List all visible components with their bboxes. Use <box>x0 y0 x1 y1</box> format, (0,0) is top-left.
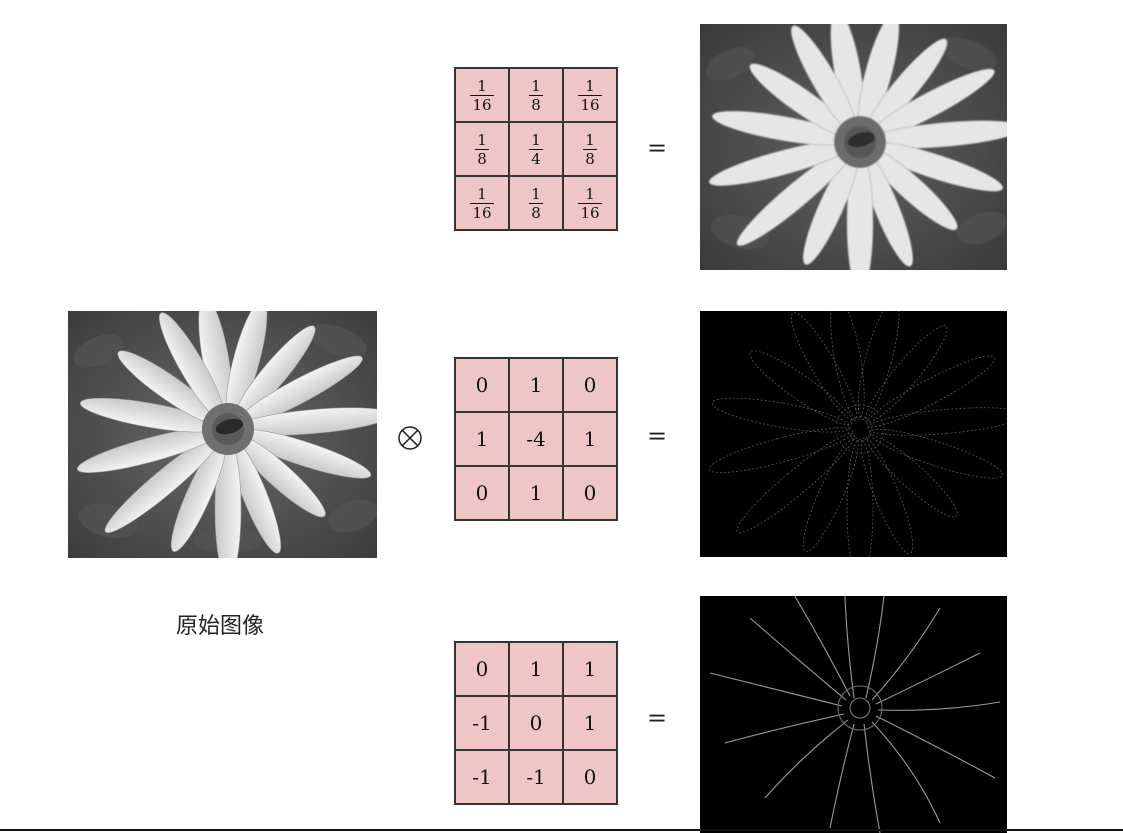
fraction: 14 <box>529 132 543 167</box>
emboss-kernel-cell: -1 <box>455 750 509 804</box>
laplacian-kernel-cell: 0 <box>455 358 509 412</box>
fraction: 18 <box>475 132 489 167</box>
laplacian-kernel-cell: 0 <box>563 358 617 412</box>
fraction-denominator: 8 <box>531 203 541 222</box>
emboss-kernel-cell: -1 <box>455 696 509 750</box>
emboss-kernel-cell: 0 <box>455 642 509 696</box>
emboss-kernel-cell: 0 <box>563 750 617 804</box>
blur-kernel-cell: 18 <box>509 68 563 122</box>
fraction-numerator: 1 <box>477 130 487 149</box>
laplacian-kernel-cell: 1 <box>509 358 563 412</box>
emboss-kernel-cell: 1 <box>563 696 617 750</box>
laplacian-kernel-cell: 0 <box>455 466 509 520</box>
blur-kernel-cell: 18 <box>455 122 509 176</box>
laplacian-output-image <box>700 311 1007 557</box>
equals-sign-laplacian: = <box>646 422 668 450</box>
fraction: 18 <box>529 186 543 221</box>
laplacian-output-graphic <box>700 311 1007 557</box>
blur-kernel-matrix: 1 16 1 8 1 16 1 8 1 4 1 8 1 16 1 8 1 16 <box>454 67 618 231</box>
fraction: 1 16 <box>578 184 602 222</box>
blur-kernel-cell: 1 16 <box>455 68 509 122</box>
fraction-numerator: 1 <box>531 130 541 149</box>
emboss-output-image <box>700 596 1007 833</box>
fraction-denominator: 4 <box>531 149 541 168</box>
fraction: 18 <box>583 132 597 167</box>
emboss-kernel-matrix: 0 1 1 -1 0 1 -1 -1 0 <box>454 641 618 805</box>
fraction-numerator: 1 <box>477 76 487 95</box>
laplacian-kernel-cell: 1 <box>563 412 617 466</box>
fraction-numerator: 1 <box>531 184 541 203</box>
fraction-numerator: 1 <box>531 76 541 95</box>
blurred-output-image <box>700 24 1007 270</box>
convolution-operator-icon <box>398 426 422 450</box>
fraction-denominator: 8 <box>585 149 595 168</box>
emboss-kernel-cell: 0 <box>509 696 563 750</box>
fraction-denominator: 16 <box>472 95 492 114</box>
fraction-denominator: 16 <box>472 203 492 222</box>
laplacian-kernel-cell: -4 <box>509 412 563 466</box>
blur-kernel-cell: 1 16 <box>563 68 617 122</box>
fraction-numerator: 1 <box>477 184 487 203</box>
fraction-denominator: 16 <box>580 95 600 114</box>
emboss-kernel-cell: -1 <box>509 750 563 804</box>
original-image-graphic <box>68 311 377 558</box>
blur-kernel-cell: 18 <box>563 122 617 176</box>
fraction-denominator: 8 <box>531 95 541 114</box>
blur-kernel-cell: 1 16 <box>455 176 509 230</box>
fraction-denominator: 16 <box>580 203 600 222</box>
original-image-caption: 原始图像 <box>175 614 264 639</box>
laplacian-kernel-cell: 1 <box>509 466 563 520</box>
blur-kernel-cell: 14 <box>509 122 563 176</box>
fraction: 1 16 <box>470 76 494 114</box>
blur-kernel-cell: 1 16 <box>563 176 617 230</box>
fraction: 18 <box>529 78 543 113</box>
blur-kernel-cell: 18 <box>509 176 563 230</box>
blurred-output-graphic <box>700 24 1007 270</box>
fraction: 1 16 <box>578 76 602 114</box>
fraction-denominator: 8 <box>477 149 487 168</box>
bottom-divider-line <box>0 829 1123 831</box>
laplacian-kernel-matrix: 0 1 0 1 -4 1 0 1 0 <box>454 357 618 521</box>
emboss-kernel-cell: 1 <box>509 642 563 696</box>
emboss-kernel-cell: 1 <box>563 642 617 696</box>
equals-sign-blur: = <box>646 134 668 162</box>
fraction: 1 16 <box>470 184 494 222</box>
laplacian-kernel-cell: 0 <box>563 466 617 520</box>
original-image <box>68 311 377 558</box>
emboss-output-graphic <box>700 596 1007 833</box>
fraction-numerator: 1 <box>585 130 595 149</box>
equals-sign-emboss: = <box>646 704 668 732</box>
fraction-numerator: 1 <box>585 76 595 95</box>
fraction-numerator: 1 <box>585 184 595 203</box>
laplacian-kernel-cell: 1 <box>455 412 509 466</box>
